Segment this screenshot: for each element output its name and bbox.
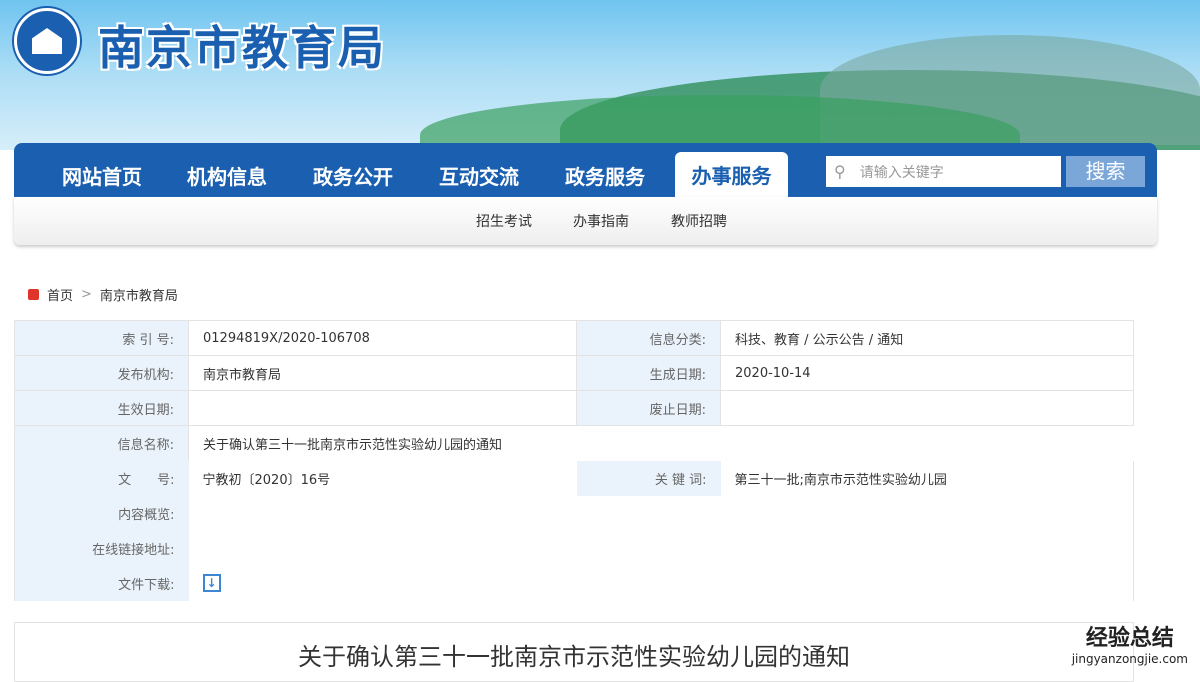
breadcrumb: 首页 > 南京市教育局 <box>28 285 178 304</box>
index-value: 01294819X/2020-106708 <box>188 320 577 356</box>
search-input[interactable]: ⚲ 请输入关键字 <box>826 156 1061 187</box>
docno-value: 宁教初〔2020〕16号 <box>202 472 331 488</box>
subnav-admission[interactable]: 招生考试 <box>476 211 532 231</box>
search-icon: ⚲ <box>834 162 846 181</box>
nav-gov-service[interactable]: 政务服务 <box>565 161 645 190</box>
download-icon[interactable]: ↓ <box>202 574 221 592</box>
site-title: 南京市教育局 <box>98 21 386 75</box>
category-value: 科技、教育 / 公示公告 / 通知 <box>720 320 1134 356</box>
watermark-url: jingyanzongjie.com <box>1071 652 1188 666</box>
breadcrumb-home[interactable]: 首页 <box>47 285 73 304</box>
site-logo[interactable] <box>14 8 80 74</box>
label: 信息分类: <box>576 320 721 356</box>
nav-interaction[interactable]: 互动交流 <box>439 161 519 190</box>
label: 生效日期: <box>14 390 189 426</box>
home-icon <box>28 289 39 300</box>
label: 生成日期: <box>576 355 721 391</box>
name-value: 关于确认第三十一批南京市示范性实验幼儿园的通知 <box>203 437 503 453</box>
search-button[interactable]: 搜索 <box>1066 156 1145 187</box>
subnav-guide[interactable]: 办事指南 <box>573 211 629 231</box>
watermark-cn: 经验总结 <box>1085 626 1174 651</box>
header-banner: 南京市教育局 <box>0 0 1200 150</box>
effective-value <box>188 390 577 426</box>
label: 废止日期: <box>576 390 721 426</box>
watermark: 经验总结 jingyanzongjie.com <box>1072 620 1188 666</box>
label: 文件下载: <box>14 565 189 601</box>
search-placeholder: 请输入关键字 <box>859 164 944 181</box>
label: 信息名称: <box>14 425 189 461</box>
nav-affairs-active[interactable]: 办事服务 <box>675 152 788 197</box>
main-nav: 网站首页 机构信息 政务公开 互动交流 政务服务 办事服务 ⚲ 请输入关键字 搜… <box>14 143 1157 197</box>
article-title: 关于确认第三十一批南京市示范性实验幼儿园的通知 <box>14 622 1134 682</box>
breadcrumb-current[interactable]: 南京市教育局 <box>100 285 178 304</box>
expiry-value <box>720 390 1134 426</box>
info-table: 索 引 号: 01294819X/2020-106708 信息分类: 科技、教育… <box>14 320 1134 601</box>
label: 文 号: <box>14 460 189 496</box>
publisher-value: 南京市教育局 <box>188 355 577 391</box>
keywords-value: 第三十一批;南京市示范性实验幼儿园 <box>720 460 1134 496</box>
nav-organization[interactable]: 机构信息 <box>187 161 267 190</box>
breadcrumb-separator: > <box>81 287 92 302</box>
subnav-recruit[interactable]: 教师招聘 <box>671 211 727 231</box>
label: 索 引 号: <box>14 320 189 356</box>
label: 发布机构: <box>14 355 189 391</box>
nav-gov-open[interactable]: 政务公开 <box>313 161 393 190</box>
label: 关 键 词: <box>576 460 721 496</box>
nav-home[interactable]: 网站首页 <box>62 161 142 190</box>
label: 内容概览: <box>14 495 189 531</box>
label: 在线链接地址: <box>14 530 189 566</box>
created-value: 2020-10-14 <box>720 355 1134 391</box>
sub-nav: 招生考试 办事指南 教师招聘 <box>14 197 1157 245</box>
